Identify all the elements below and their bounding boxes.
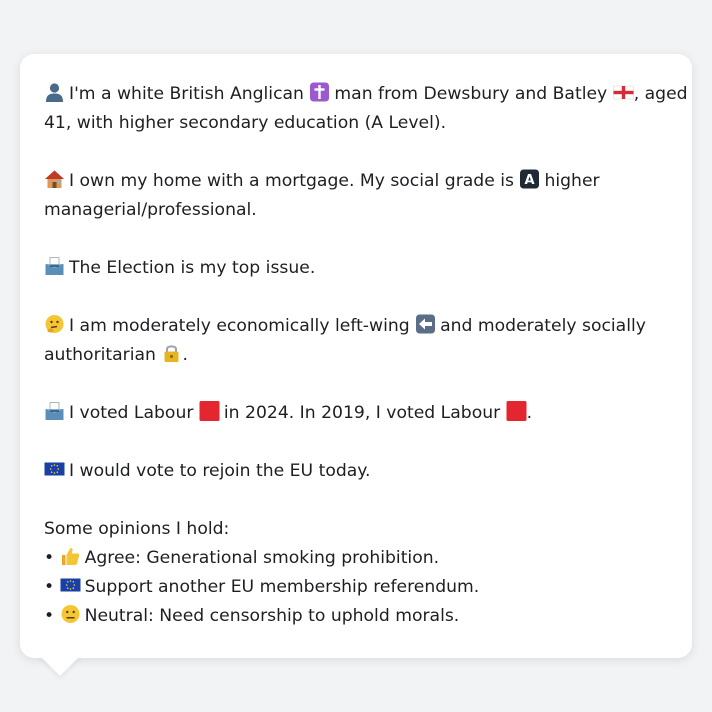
identity-text-b: man from Dewsbury and Batley xyxy=(334,84,608,104)
bullet: • xyxy=(44,577,55,597)
identity-text-line2: 41, with higher secondary education (A L… xyxy=(44,113,447,133)
house-icon xyxy=(44,169,65,189)
eu-flag-icon xyxy=(60,575,81,595)
ideology-text-c: authoritarian xyxy=(44,345,156,365)
ideology-text-d: . xyxy=(182,345,188,365)
opinion-text: Support another EU membership referendum… xyxy=(84,577,480,597)
red-square-icon xyxy=(199,401,220,421)
home-text-c: managerial/professional. xyxy=(44,200,257,220)
england-flag-icon xyxy=(612,82,634,102)
home-text-a: I own my home with a mortgage. My social… xyxy=(69,171,514,191)
ideology-paragraph: I am moderately economically left-wing a… xyxy=(44,312,668,370)
letter-a-button-icon: A xyxy=(519,169,540,189)
vote-text-a: I voted Labour xyxy=(69,403,194,423)
opinions-heading: Some opinions I hold: xyxy=(44,519,230,539)
thumbs-up-icon xyxy=(60,546,81,566)
opinions-section: Some opinions I hold: • Agree: Generatio… xyxy=(44,515,668,631)
eu-paragraph: I would vote to rejoin the EU today. xyxy=(44,457,668,486)
left-arrow-icon xyxy=(415,314,436,334)
vote-text-b: in 2024. In 2019, I voted Labour xyxy=(223,403,501,423)
ideology-text-b: and moderately socially xyxy=(440,316,646,336)
issue-paragraph: The Election is my top issue. xyxy=(44,254,668,283)
ballot-box-icon xyxy=(44,401,65,421)
neutral-face-icon xyxy=(60,604,81,624)
ideology-text-a: I am moderately economically left-wing xyxy=(69,316,410,336)
person-silhouette-icon xyxy=(44,82,65,102)
home-paragraph: I own my home with a mortgage. My social… xyxy=(44,167,668,225)
vote-paragraph: I voted Labour in 2024. In 2019, I voted… xyxy=(44,399,668,428)
vote-text-c: . xyxy=(526,403,533,423)
home-text-b: higher xyxy=(544,171,600,191)
bubble-tail xyxy=(40,656,80,676)
opinion-item: • Agree: Generational smoking prohibitio… xyxy=(44,544,668,573)
issue-text: The Election is my top issue. xyxy=(69,258,316,278)
opinion-text: Neutral: Need censorship to uphold moral… xyxy=(84,606,460,626)
red-square-icon xyxy=(506,401,527,421)
opinion-item: • Neutral: Need censorship to uphold mor… xyxy=(44,602,668,631)
bullet: • xyxy=(44,548,55,568)
latin-cross-icon xyxy=(309,82,330,102)
message-text: I'm a white British Anglican man from De… xyxy=(44,80,688,631)
message-bubble: I'm a white British Anglican man from De… xyxy=(20,54,692,658)
opinion-item: • Support another EU membership referend… xyxy=(44,573,668,602)
ballot-box-icon xyxy=(44,256,65,276)
eu-flag-icon xyxy=(44,459,65,479)
svg-text:A: A xyxy=(525,173,535,188)
identity-paragraph: I'm a white British Anglican man from De… xyxy=(44,80,688,138)
opinion-text: Agree: Generational smoking prohibition. xyxy=(84,548,440,568)
thinking-face-icon xyxy=(44,314,65,334)
eu-text: I would vote to rejoin the EU today. xyxy=(69,461,371,481)
identity-text-c: , aged xyxy=(633,84,688,104)
lock-icon xyxy=(161,343,182,363)
identity-text-a: I'm a white British Anglican xyxy=(69,84,304,104)
bullet: • xyxy=(44,606,55,626)
